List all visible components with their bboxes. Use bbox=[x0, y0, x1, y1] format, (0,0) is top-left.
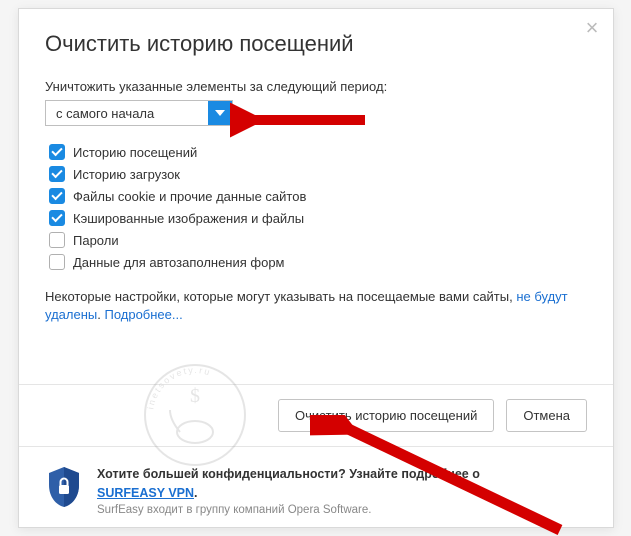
period-select[interactable]: с самого начала bbox=[45, 100, 233, 126]
checkbox-cookies[interactable] bbox=[49, 188, 65, 204]
option-label: Историю загрузок bbox=[73, 167, 180, 182]
shield-icon bbox=[45, 465, 83, 509]
option-label: Данные для автозаполнения форм bbox=[73, 255, 285, 270]
option-label: Историю посещений bbox=[73, 145, 197, 160]
option-label: Кэшированные изображения и файлы bbox=[73, 211, 304, 226]
options-list: Историю посещений Историю загрузок Файлы… bbox=[49, 144, 587, 270]
option-row: Историю загрузок bbox=[49, 166, 587, 182]
checkbox-cache[interactable] bbox=[49, 210, 65, 226]
clear-history-button[interactable]: Очистить историю посещений bbox=[278, 399, 494, 432]
option-row: Файлы cookie и прочие данные сайтов bbox=[49, 188, 587, 204]
period-label: Уничтожить указанные элементы за следующ… bbox=[45, 79, 587, 94]
promo-headline: Хотите большей конфиденциальности? Узнай… bbox=[97, 465, 480, 483]
option-row: Данные для автозаполнения форм bbox=[49, 254, 587, 270]
checkbox-downloads[interactable] bbox=[49, 166, 65, 182]
option-label: Пароли bbox=[73, 233, 119, 248]
dialog-actions: Очистить историю посещений Отмена bbox=[19, 384, 613, 447]
clear-history-dialog: × Очистить историю посещений Уничтожить … bbox=[18, 8, 614, 528]
cancel-button[interactable]: Отмена bbox=[506, 399, 587, 432]
checkbox-passwords[interactable] bbox=[49, 232, 65, 248]
surfeasy-link[interactable]: SURFEASY VPN bbox=[97, 486, 194, 500]
option-row: Историю посещений bbox=[49, 144, 587, 160]
option-label: Файлы cookie и прочие данные сайтов bbox=[73, 189, 306, 204]
period-select-value: с самого начала bbox=[46, 106, 208, 121]
dialog-title: Очистить историю посещений bbox=[45, 31, 587, 57]
close-icon[interactable]: × bbox=[581, 17, 603, 39]
chevron-down-icon bbox=[208, 101, 232, 125]
notice-link-more[interactable]: Подробнее... bbox=[104, 307, 182, 322]
option-row: Кэшированные изображения и файлы bbox=[49, 210, 587, 226]
option-row: Пароли bbox=[49, 232, 587, 248]
checkbox-autofill[interactable] bbox=[49, 254, 65, 270]
promo-subtext: SurfEasy входит в группу компаний Opera … bbox=[97, 502, 480, 519]
checkbox-history[interactable] bbox=[49, 144, 65, 160]
vpn-promo: Хотите большей конфиденциальности? Узнай… bbox=[45, 447, 587, 526]
notice-text: Некоторые настройки, которые могут указы… bbox=[45, 288, 587, 324]
